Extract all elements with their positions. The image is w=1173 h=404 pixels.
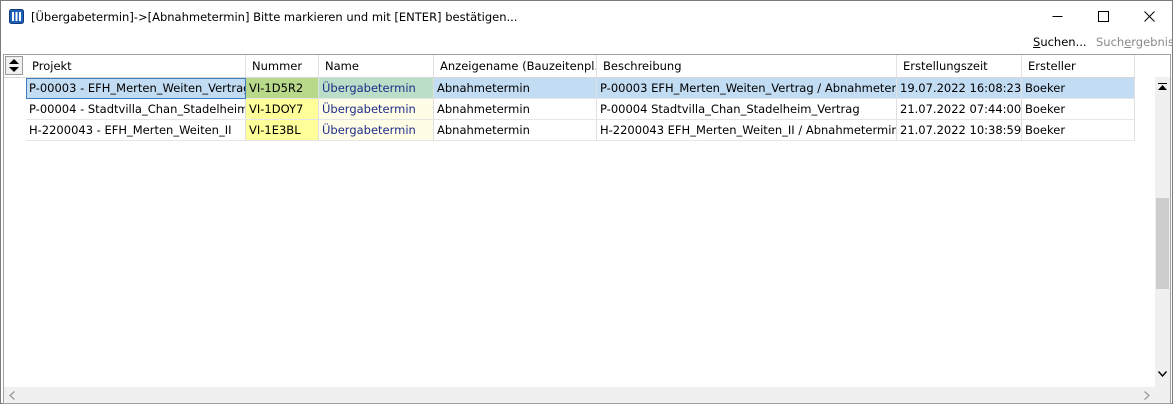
vertical-scrollbar-thumb[interactable]: [1156, 198, 1169, 289]
search-result-prefix: Such: [1096, 35, 1125, 49]
cell-projekt[interactable]: H-2200043 - EFH_Merten_Weiten_II: [26, 120, 246, 141]
search-result-link[interactable]: Suchergebnis: [1096, 35, 1173, 49]
column-header-projekt[interactable]: Projekt: [26, 55, 246, 77]
cell-nummer[interactable]: VI-1D5R2: [246, 78, 319, 99]
sort-toggle-button[interactable]: [5, 56, 23, 75]
cell-erstellungszeit[interactable]: 21.07.2022 07:44:00: [897, 99, 1022, 120]
maximize-button[interactable]: [1080, 1, 1126, 32]
scroll-right-icon[interactable]: [1144, 391, 1150, 400]
minimize-button[interactable]: [1034, 1, 1080, 32]
close-icon: [1143, 11, 1155, 22]
results-grid: Projekt Nummer Name Anzeigename (Bauzeit…: [3, 54, 1171, 404]
scroll-left-icon[interactable]: [9, 391, 15, 400]
cell-ersteller[interactable]: Boeker: [1022, 120, 1135, 141]
table-row[interactable]: P-00003 - EFH_Merten_Weiten_Vertrag VI-1…: [26, 78, 1135, 99]
cell-erstellungszeit[interactable]: 21.07.2022 10:38:59: [897, 120, 1022, 141]
cell-nummer[interactable]: VI-1DOY7: [246, 99, 319, 120]
cell-beschreibung[interactable]: P-00004 Stadtvilla_Chan_Stadelheim_Vertr…: [597, 99, 897, 120]
scroll-down-icon[interactable]: [1158, 371, 1167, 377]
column-header-ersteller[interactable]: Ersteller: [1022, 55, 1135, 77]
scroll-top-icon[interactable]: [1158, 83, 1167, 92]
cell-name[interactable]: Übergabetermin: [319, 99, 434, 120]
cell-erstellungszeit[interactable]: 19.07.2022 16:08:23: [897, 78, 1022, 99]
column-header-beschreibung[interactable]: Beschreibung: [597, 55, 897, 77]
cell-projekt[interactable]: P-00003 - EFH_Merten_Weiten_Vertrag: [26, 78, 246, 99]
scrollbar-corner: [1155, 387, 1170, 403]
cell-anzeigename[interactable]: Abnahmetermin: [434, 78, 597, 99]
search-link[interactable]: Suchen...: [1033, 35, 1087, 49]
table-row[interactable]: P-00004 - Stadtvilla_Chan_Stadelheim_Ver…: [26, 99, 1135, 120]
column-header-nummer[interactable]: Nummer: [246, 55, 319, 77]
search-link-rest: uchen...: [1040, 35, 1087, 49]
app-icon: [9, 9, 24, 24]
cell-anzeigename[interactable]: Abnahmetermin: [434, 120, 597, 141]
title-bar[interactable]: [Übergabetermin]->[Abnahmetermin] Bitte …: [1, 1, 1172, 32]
cell-name[interactable]: Übergabetermin: [319, 78, 434, 99]
cell-beschreibung[interactable]: P-00003 EFH_Merten_Weiten_Vertrag / Abna…: [597, 78, 897, 99]
dialog-window: [Übergabetermin]->[Abnahmetermin] Bitte …: [0, 0, 1173, 404]
minimize-icon: [1052, 16, 1062, 17]
cell-ersteller[interactable]: Boeker: [1022, 78, 1135, 99]
column-header-erstellungszeit[interactable]: Erstellungszeit: [897, 55, 1022, 77]
maximize-icon: [1097, 11, 1109, 22]
grid-header: Projekt Nummer Name Anzeigename (Bauzeit…: [4, 55, 1135, 78]
window-title: [Übergabetermin]->[Abnahmetermin] Bitte …: [31, 10, 518, 24]
close-button[interactable]: [1126, 1, 1172, 32]
cell-anzeigename[interactable]: Abnahmetermin: [434, 99, 597, 120]
sort-updown-icon: [9, 59, 19, 72]
horizontal-scrollbar[interactable]: [4, 387, 1155, 403]
column-header-name[interactable]: Name: [319, 55, 434, 77]
cell-beschreibung[interactable]: H-2200043 EFH_Merten_Weiten_II / Abnahme…: [597, 120, 897, 141]
search-result-rest: rgebnis: [1131, 35, 1173, 49]
vertical-scrollbar[interactable]: [1155, 77, 1170, 387]
table-row[interactable]: H-2200043 - EFH_Merten_Weiten_II VI-1E3B…: [26, 120, 1135, 141]
column-header-anzeigename[interactable]: Anzeigename (Bauzeitenpl...: [434, 55, 597, 77]
cell-nummer[interactable]: VI-1E3BL: [246, 120, 319, 141]
cell-projekt[interactable]: P-00004 - Stadtvilla_Chan_Stadelheim_Ver…: [26, 99, 246, 120]
cell-name[interactable]: Übergabetermin: [319, 120, 434, 141]
cell-ersteller[interactable]: Boeker: [1022, 99, 1135, 120]
